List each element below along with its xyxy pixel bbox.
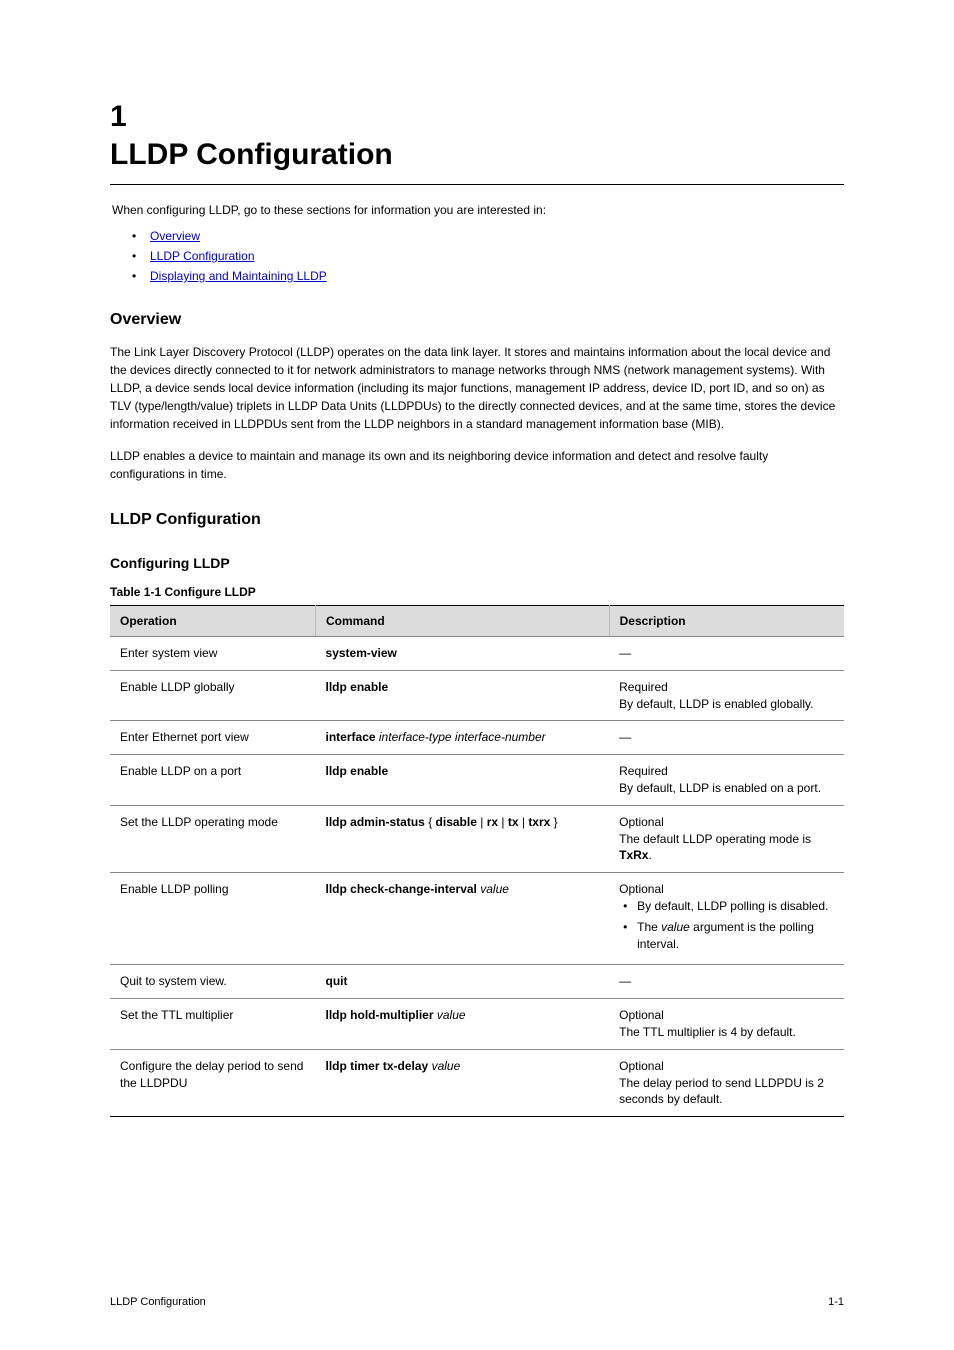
table-row: Enter system view system-view — — [110, 637, 844, 671]
table-row: Enable LLDP globally lldp enable Require… — [110, 670, 844, 721]
table-caption: Table 1-1 Configure LLDP — [110, 585, 844, 599]
cell-description: RequiredBy default, LLDP is enabled on a… — [609, 755, 844, 806]
cell-command: lldp admin-status { disable | rx | tx | … — [316, 805, 610, 872]
toc-link-displaying[interactable]: Displaying and Maintaining LLDP — [150, 269, 327, 283]
th-operation: Operation — [110, 606, 316, 637]
toc-link-overview[interactable]: Overview — [150, 229, 200, 243]
overview-heading: Overview — [110, 311, 844, 329]
cell-command: lldp check-change-interval value — [316, 873, 610, 965]
config-heading: LLDP Configuration — [110, 511, 844, 529]
page-footer: LLDP Configuration 1-1 — [110, 1296, 844, 1308]
cell-description: Optional By default, LLDP polling is dis… — [609, 873, 844, 965]
th-description: Description — [609, 606, 844, 637]
toc-link-lldp-config[interactable]: LLDP Configuration — [150, 249, 255, 263]
table-row: Enable LLDP polling lldp check-change-in… — [110, 873, 844, 965]
cell-command: system-view — [316, 637, 610, 671]
cell-operation: Enable LLDP on a port — [110, 755, 316, 806]
cell-description: OptionalThe TTL multiplier is 4 by defau… — [609, 999, 844, 1050]
cell-command: lldp hold-multiplier value — [316, 999, 610, 1050]
cell-operation: Enter system view — [110, 637, 316, 671]
table-row: Set the TTL multiplier lldp hold-multipl… — [110, 999, 844, 1050]
th-command: Command — [316, 606, 610, 637]
cell-description: — — [609, 965, 844, 999]
cell-operation: Set the LLDP operating mode — [110, 805, 316, 872]
cell-description: — — [609, 637, 844, 671]
cell-command: quit — [316, 965, 610, 999]
cell-description: OptionalThe delay period to send LLDPDU … — [609, 1049, 844, 1116]
footer-left: LLDP Configuration — [110, 1296, 206, 1308]
chapter-title: LLDP Configuration — [110, 138, 844, 172]
cell-operation: Enable LLDP globally — [110, 670, 316, 721]
cell-command: lldp enable — [316, 670, 610, 721]
cell-description: OptionalThe default LLDP operating mode … — [609, 805, 844, 872]
title-rule — [110, 184, 844, 185]
cell-operation: Quit to system view. — [110, 965, 316, 999]
intro-paragraph: When configuring LLDP, go to these secti… — [112, 203, 844, 217]
cell-operation: Enter Ethernet port view — [110, 721, 316, 755]
toc-link-list: Overview LLDP Configuration Displaying a… — [150, 229, 844, 283]
footer-page-number: 1-1 — [828, 1296, 844, 1308]
table-row: Set the LLDP operating mode lldp admin-s… — [110, 805, 844, 872]
table-row: Configure the delay period to send the L… — [110, 1049, 844, 1116]
table-row: Quit to system view. quit — — [110, 965, 844, 999]
table-header-row: Operation Command Description — [110, 606, 844, 637]
cell-description: RequiredBy default, LLDP is enabled glob… — [609, 670, 844, 721]
overview-para-2: LLDP enables a device to maintain and ma… — [110, 447, 844, 483]
cell-operation: Set the TTL multiplier — [110, 999, 316, 1050]
config-subheading: Configuring LLDP — [110, 555, 844, 571]
cell-operation: Configure the delay period to send the L… — [110, 1049, 316, 1116]
overview-para-1: The Link Layer Discovery Protocol (LLDP)… — [110, 343, 844, 433]
cell-operation: Enable LLDP polling — [110, 873, 316, 965]
table-row: Enable LLDP on a port lldp enable Requir… — [110, 755, 844, 806]
config-table: Operation Command Description Enter syst… — [110, 605, 844, 1117]
cell-command: lldp timer tx-delay value — [316, 1049, 610, 1116]
chapter-number: 1 — [110, 100, 844, 134]
cell-description: — — [609, 721, 844, 755]
cell-command: lldp enable — [316, 755, 610, 806]
table-row: Enter Ethernet port view interface inter… — [110, 721, 844, 755]
cell-command: interface interface-type interface-numbe… — [316, 721, 610, 755]
